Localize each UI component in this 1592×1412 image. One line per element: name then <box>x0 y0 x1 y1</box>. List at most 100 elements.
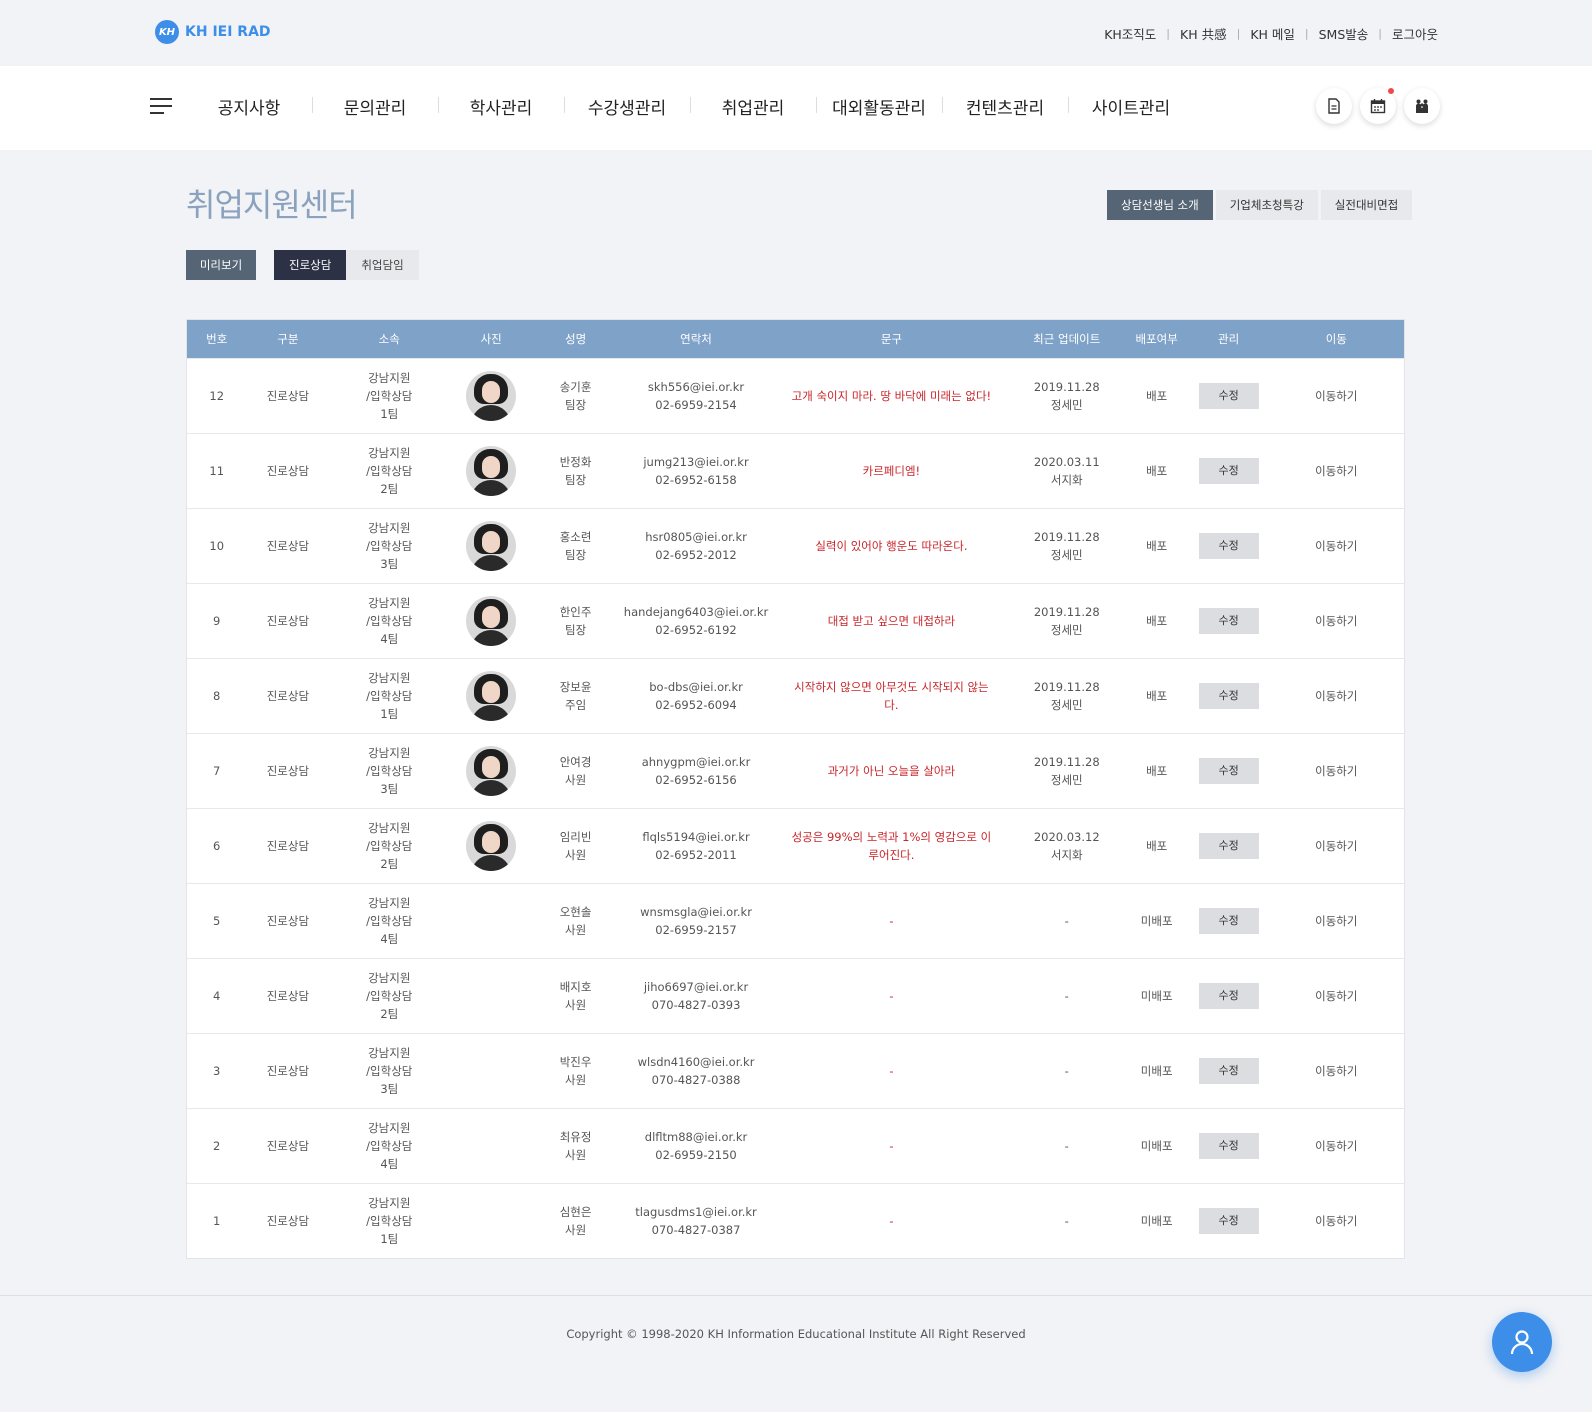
cell-no: 5 <box>186 883 247 959</box>
util-link-sms[interactable]: SMS발송 <box>1319 24 1369 43</box>
move-link[interactable]: 이동하기 <box>1315 764 1357 778</box>
org-line: /입학상담 <box>366 839 413 853</box>
hamburger-menu-icon[interactable] <box>150 98 172 114</box>
email: tlagusdms1@iei.or.kr <box>635 1205 757 1219</box>
org-line: 강남지원 <box>368 596 411 610</box>
move-link[interactable]: 이동하기 <box>1315 539 1357 553</box>
edit-button[interactable]: 수정 <box>1198 983 1259 1009</box>
move-link[interactable]: 이동하기 <box>1315 464 1357 478</box>
org-line: 3팀 <box>380 782 399 796</box>
phone: 02-6952-6158 <box>655 473 737 487</box>
person-name: 한인주 <box>559 605 592 619</box>
tab-company-lecture[interactable]: 기업체초청특강 <box>1215 190 1318 220</box>
org-line: /입학상담 <box>366 464 413 478</box>
cell-name: 배지호 사원 <box>533 958 619 1034</box>
update-date: - <box>1064 989 1069 1003</box>
move-link[interactable]: 이동하기 <box>1315 1139 1357 1153</box>
tab-counselor-intro[interactable]: 상담선생님 소개 <box>1107 190 1213 220</box>
move-link[interactable]: 이동하기 <box>1315 839 1357 853</box>
preview-button[interactable]: 미리보기 <box>186 250 256 280</box>
update-editor: 서지화 <box>1050 473 1083 487</box>
notification-dot <box>1388 88 1394 94</box>
edit-button[interactable]: 수정 <box>1198 1058 1259 1084</box>
edit-button[interactable]: 수정 <box>1198 1133 1259 1159</box>
edit-button[interactable]: 수정 <box>1198 683 1259 709</box>
menu-item-contents[interactable]: 컨텐츠관리 <box>942 94 1068 119</box>
util-link-kh-mail[interactable]: KH 메일 <box>1250 24 1295 43</box>
cell-phrase: 과거가 아닌 오늘을 살아라 <box>774 733 1009 809</box>
move-link[interactable]: 이동하기 <box>1315 1214 1357 1228</box>
update-date: - <box>1064 1214 1069 1228</box>
edit-button[interactable]: 수정 <box>1198 383 1259 409</box>
cell-updated: - <box>1008 1108 1125 1184</box>
calendar-icon[interactable] <box>1360 88 1396 124</box>
header-updated: 최근 업데이트 <box>1008 319 1125 359</box>
move-link[interactable]: 이동하기 <box>1315 1064 1357 1078</box>
tab-mock-interview[interactable]: 실전대비면접 <box>1320 190 1413 220</box>
move-link[interactable]: 이동하기 <box>1315 389 1357 403</box>
org-line: /입학상담 <box>366 764 413 778</box>
logo[interactable]: KH KH IEI RAD <box>155 20 271 44</box>
edit-button[interactable]: 수정 <box>1198 758 1259 784</box>
person-title: 사원 <box>565 1148 587 1162</box>
cell-no: 7 <box>186 733 247 809</box>
table-row: 2 진로상담 강남지원/입학상담 4팀 최유정 사원 dlfltm88@iei.or.kr 0… <box>186 1108 1405 1184</box>
cell-move: 이동하기 <box>1268 1108 1405 1184</box>
avatar <box>466 746 517 796</box>
divider: | <box>1304 27 1309 40</box>
cell-move: 이동하기 <box>1268 433 1405 509</box>
move-link[interactable]: 이동하기 <box>1315 914 1357 928</box>
edit-button[interactable]: 수정 <box>1198 833 1259 859</box>
cell-updated: 2019.11.28 정세민 <box>1008 508 1125 584</box>
tab-employment-homeroom[interactable]: 취업담임 <box>346 250 419 280</box>
org-line: 4팀 <box>380 632 399 646</box>
menu-item-site[interactable]: 사이트관리 <box>1068 94 1194 119</box>
edit-button[interactable]: 수정 <box>1198 608 1259 634</box>
menu-item-employment[interactable]: 취업관리 <box>690 94 816 119</box>
menu-item-notice[interactable]: 공지사항 <box>186 94 312 119</box>
update-editor: 정세민 <box>1050 548 1083 562</box>
org-line: 강남지원 <box>368 521 411 535</box>
tab-career-counsel[interactable]: 진로상담 <box>274 250 347 280</box>
cell-contact: jumg213@iei.or.kr 02-6952-6158 <box>618 433 775 509</box>
cell-photo <box>449 358 534 434</box>
edit-button[interactable]: 수정 <box>1198 908 1259 934</box>
menu-item-academic[interactable]: 학사관리 <box>438 94 564 119</box>
table-row: 4 진로상담 강남지원/입학상담 2팀 배지호 사원 jiho6697@iei.or.kr 0… <box>186 958 1405 1034</box>
user-fab-button[interactable] <box>1492 1312 1552 1372</box>
phone: 02-6959-2154 <box>655 398 737 412</box>
cell-org: 강남지원/입학상담 2팀 <box>329 433 450 509</box>
edit-button[interactable]: 수정 <box>1198 458 1259 484</box>
menu-item-inquiry[interactable]: 문의관리 <box>312 94 438 119</box>
update-editor: 정세민 <box>1050 623 1083 637</box>
move-link[interactable]: 이동하기 <box>1315 614 1357 628</box>
person-name: 홍소련 <box>559 530 592 544</box>
util-link-org-chart[interactable]: KH조직도 <box>1104 24 1156 43</box>
edit-button[interactable]: 수정 <box>1198 1208 1259 1234</box>
cell-type: 진로상담 <box>246 358 330 434</box>
table-row: 8 진로상담 강남지원/입학상담 1팀 장보윤 주임 bo-dbs@iei.or.kr 02-… <box>186 658 1405 734</box>
phone: 02-6959-2150 <box>655 1148 737 1162</box>
email: jumg213@iei.or.kr <box>643 455 749 469</box>
avatar <box>466 371 517 421</box>
cell-no: 2 <box>186 1108 247 1184</box>
cell-move: 이동하기 <box>1268 808 1405 884</box>
people-icon[interactable] <box>1404 88 1440 124</box>
phone: 070-4827-0388 <box>651 1073 741 1087</box>
menu-item-external[interactable]: 대외활동관리 <box>816 94 942 119</box>
cell-phrase: - <box>774 958 1009 1034</box>
cell-org: 강남지원/입학상담 4팀 <box>329 883 450 959</box>
update-date: 2019.11.28 <box>1033 380 1100 394</box>
email: ahnygpm@iei.or.kr <box>641 755 751 769</box>
util-link-logout[interactable]: 로그아웃 <box>1392 24 1438 43</box>
move-link[interactable]: 이동하기 <box>1315 689 1357 703</box>
table-row: 11 진로상담 강남지원/입학상담 2팀 반정화 팀장 jumg213@iei.or.kr 0… <box>186 433 1405 509</box>
move-link[interactable]: 이동하기 <box>1315 989 1357 1003</box>
phone: 070-4827-0387 <box>651 1223 741 1237</box>
edit-button[interactable]: 수정 <box>1198 533 1259 559</box>
util-link-kh-empathy[interactable]: KH 共感 <box>1180 24 1227 43</box>
menu-item-students[interactable]: 수강생관리 <box>564 94 690 119</box>
cell-manage: 수정 <box>1188 1183 1269 1259</box>
cell-deploy: 배포 <box>1124 733 1189 809</box>
document-icon[interactable] <box>1316 88 1352 124</box>
